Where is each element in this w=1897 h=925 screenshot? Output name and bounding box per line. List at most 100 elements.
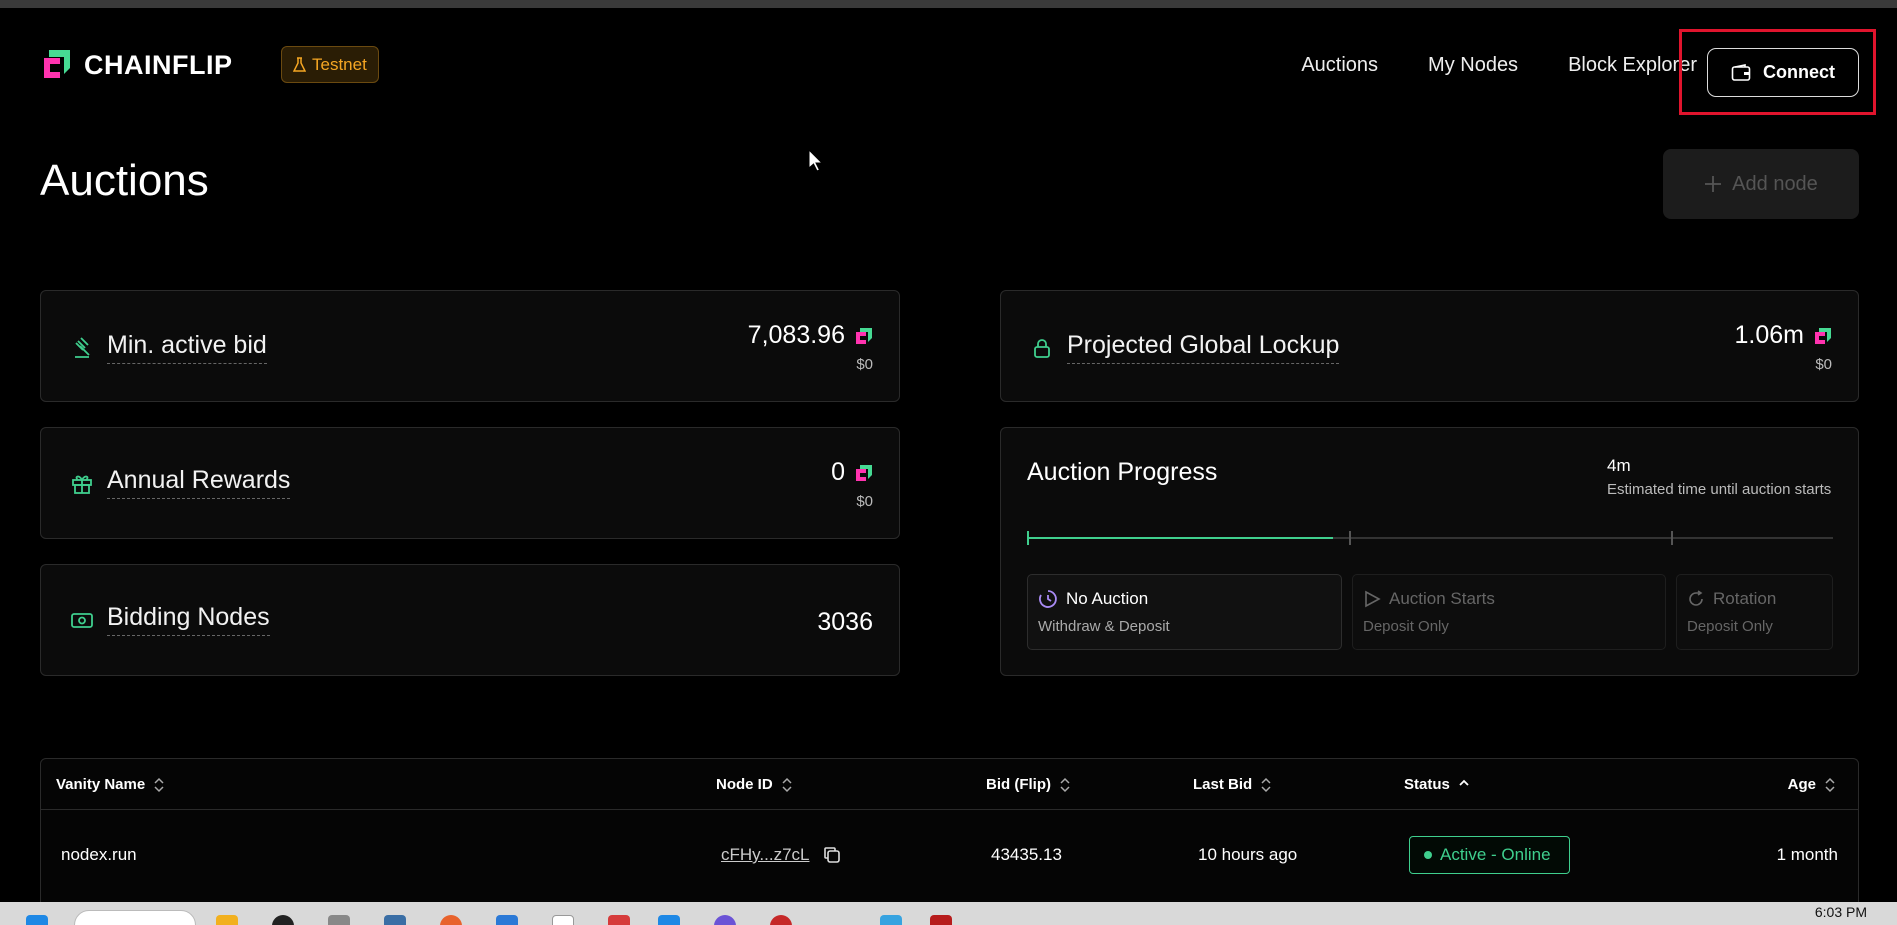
sort-icon (1261, 777, 1271, 792)
nav-link-my-nodes[interactable]: My Nodes (1428, 54, 1518, 77)
status-badge: Active - Online (1409, 836, 1570, 874)
phase-title: No Auction (1066, 589, 1149, 608)
time-until-auction-value: 4m (1607, 456, 1631, 475)
column-age[interactable]: Age (1788, 776, 1836, 793)
connect-button[interactable]: Connect (1707, 48, 1859, 97)
node-id-link[interactable]: cFHy...z7cL (721, 845, 809, 865)
flask-icon (293, 57, 306, 72)
nav-links: Auctions My Nodes Block Explorer (1301, 54, 1697, 77)
app-icon[interactable] (440, 915, 462, 925)
chainflip-logo[interactable]: CHAINFLIP (40, 48, 233, 82)
add-node-label: Add node (1732, 172, 1818, 195)
flip-token-icon (856, 464, 872, 481)
file-explorer-icon[interactable] (216, 915, 238, 925)
sort-icon (1825, 777, 1835, 792)
app-icon[interactable] (384, 915, 406, 925)
global-lockup-value-wrap: 1.06m (1735, 321, 1832, 350)
sort-icon (154, 777, 164, 792)
min-active-bid-usd: $0 (856, 356, 873, 373)
phase-title: Auction Starts (1389, 589, 1495, 608)
cell-last-bid: 10 hours ago (1198, 845, 1298, 864)
calendar-icon[interactable] (496, 915, 518, 925)
column-label: Last Bid (1193, 776, 1253, 793)
column-label: Bid (Flip) (986, 776, 1051, 793)
app-icon[interactable] (328, 915, 350, 925)
browser-top-strip (0, 0, 1897, 8)
column-vanity-name[interactable]: Vanity Name (56, 776, 165, 793)
testnet-label: Testnet (312, 54, 367, 74)
column-last-bid[interactable]: Last Bid (1193, 776, 1272, 793)
timer-icon (1039, 590, 1057, 608)
taskbar-clock: 6:03 PM (1814, 904, 1867, 920)
auctions-table: Vanity Name Node ID Bid (Flip) Last Bid … (40, 758, 1859, 925)
annual-rewards-label: Annual Rewards (107, 466, 291, 499)
cell-vanity-name: nodex.run (61, 845, 137, 864)
app-icon[interactable] (930, 915, 952, 925)
phase-subtitle: Deposit Only (1363, 618, 1449, 635)
phase-title: Rotation (1713, 589, 1777, 608)
column-label: Age (1787, 776, 1816, 793)
top-navbar: CHAINFLIP Testnet Auctions My Nodes Bloc… (0, 8, 1897, 120)
cell-node-id[interactable]: cFHy...z7cL (721, 845, 841, 865)
annual-rewards-usd: $0 (856, 493, 873, 510)
cell-age: 1 month (1776, 845, 1838, 864)
column-label: Status (1404, 776, 1450, 793)
annual-rewards-card: Annual Rewards 0 $0 (40, 427, 900, 539)
taskbar-search-box[interactable] (74, 910, 196, 925)
phase-auction-starts: Auction Starts Deposit Only (1352, 574, 1666, 650)
global-lockup-card: Projected Global Lockup 1.06m $0 (1000, 290, 1859, 402)
app-icon[interactable] (714, 915, 736, 925)
global-lockup-usd: $0 (1815, 356, 1832, 373)
annual-rewards-value: 0 (831, 458, 845, 486)
progress-tick-rotation (1671, 531, 1673, 545)
time-until-auction-label: Estimated time until auction starts (1607, 481, 1832, 498)
min-active-bid-value-wrap: 7,083.96 (748, 321, 873, 350)
bidding-nodes-card: Bidding Nodes 3036 (40, 564, 900, 676)
chrome-icon[interactable] (770, 915, 792, 925)
auction-progress-card: Auction Progress 4m Estimated time until… (1000, 427, 1859, 676)
phase-no-auction: No Auction Withdraw & Deposit (1027, 574, 1342, 650)
add-node-button[interactable]: Add node (1663, 149, 1859, 219)
lock-icon (1034, 338, 1050, 358)
app-icon[interactable] (880, 915, 902, 925)
column-status[interactable]: Status (1404, 776, 1470, 793)
progress-tick-auction-start (1349, 531, 1351, 545)
column-label: Node ID (716, 776, 773, 793)
mouse-cursor-icon (808, 149, 824, 172)
flip-token-icon (856, 327, 872, 344)
plus-icon (1705, 176, 1722, 192)
status-label: Active - Online (1440, 845, 1551, 864)
cell-bid: 43435.13 (991, 845, 1062, 864)
phase-rotation: Rotation Deposit Only (1676, 574, 1833, 650)
app-icon[interactable] (608, 915, 630, 925)
sort-icon (1060, 777, 1070, 792)
global-lockup-value: 1.06m (1734, 321, 1804, 349)
progress-tick-start (1027, 531, 1029, 545)
min-active-bid-label: Min. active bid (107, 331, 267, 364)
status-dot-icon (1424, 851, 1432, 859)
auction-progress-bar (1027, 531, 1833, 545)
table-header: Vanity Name Node ID Bid (Flip) Last Bid … (41, 759, 1858, 810)
bidding-nodes-value: 3036 (817, 608, 873, 636)
vscode-icon[interactable] (658, 915, 680, 925)
bidding-nodes-label: Bidding Nodes (107, 603, 270, 636)
phase-subtitle: Withdraw & Deposit (1038, 618, 1170, 635)
annual-rewards-value-wrap: 0 (831, 458, 873, 487)
phase-subtitle: Deposit Only (1687, 618, 1773, 635)
play-icon (1365, 590, 1381, 608)
app-icon[interactable] (552, 915, 574, 925)
copy-icon[interactable] (823, 846, 841, 864)
global-lockup-label: Projected Global Lockup (1067, 331, 1340, 364)
wallet-icon (1731, 63, 1751, 81)
column-bid[interactable]: Bid (Flip) (986, 776, 1071, 793)
auction-progress-title: Auction Progress (1027, 458, 1218, 486)
min-active-bid-card: Min. active bid 7,083.96 $0 (40, 290, 900, 402)
column-node-id[interactable]: Node ID (716, 776, 793, 793)
nav-link-block-explorer[interactable]: Block Explorer (1568, 54, 1697, 77)
sort-icon (782, 777, 792, 792)
column-label: Vanity Name (56, 776, 146, 793)
chainflip-logo-icon (44, 50, 70, 78)
nav-link-auctions[interactable]: Auctions (1301, 54, 1378, 77)
windows-start-icon[interactable] (26, 915, 48, 925)
app-icon[interactable] (272, 915, 294, 925)
